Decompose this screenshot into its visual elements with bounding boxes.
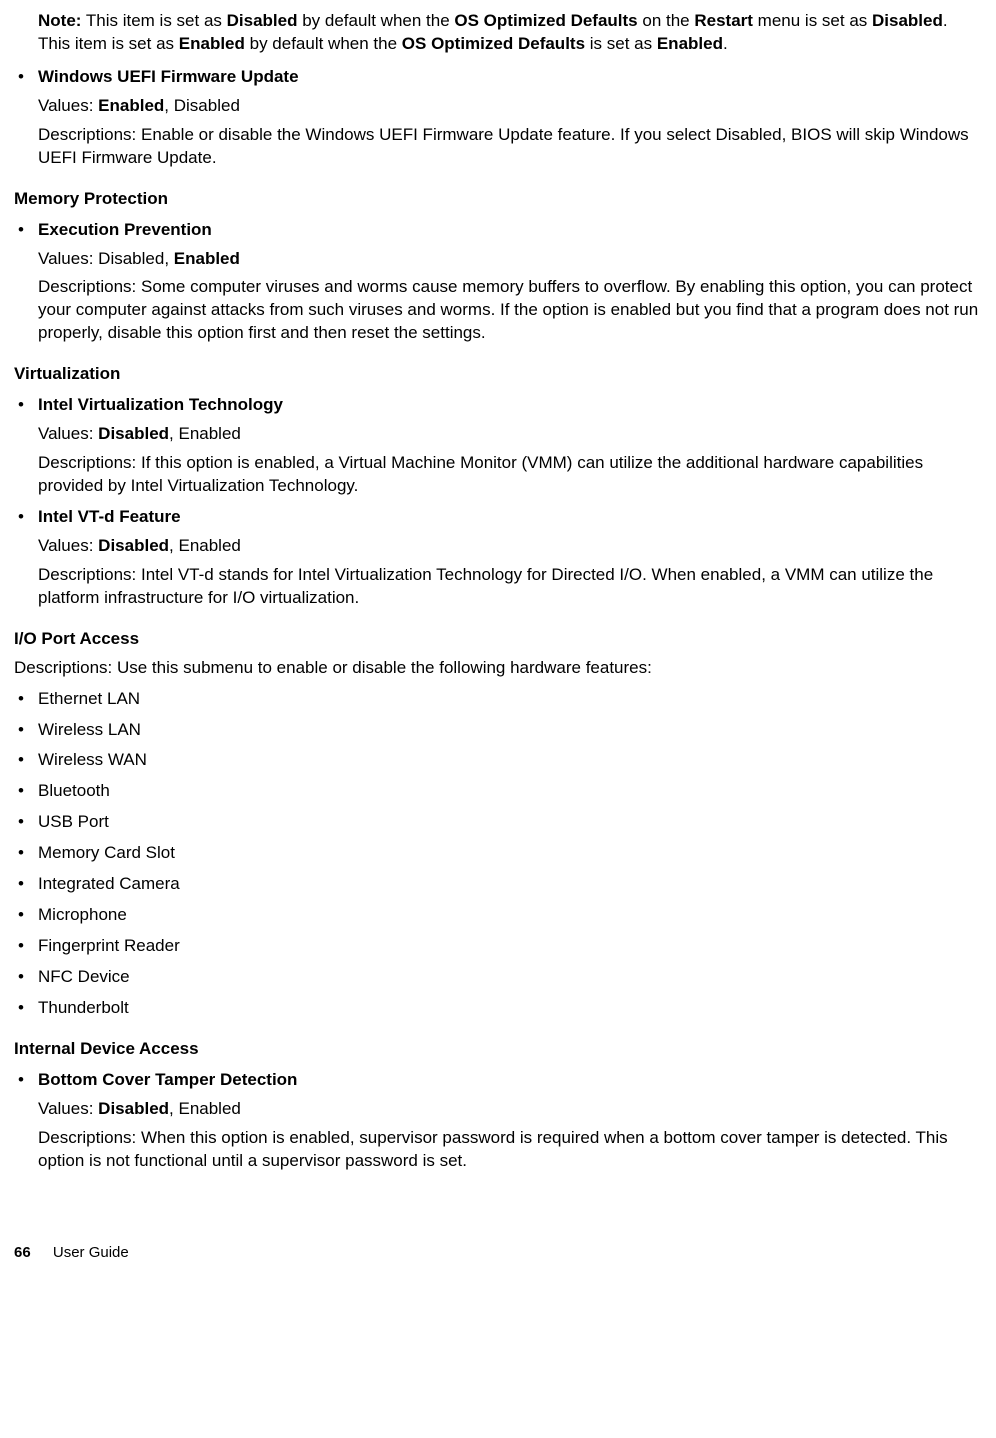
note-text-0: This item is set as [81, 11, 226, 30]
values-rest: , Enabled [169, 1099, 241, 1118]
note-text-10: by default when the [245, 34, 402, 53]
note-text-6: menu is set as [753, 11, 872, 30]
top-item-values: Values: Enabled, Disabled [38, 95, 982, 118]
feature-item: Thunderbolt [14, 997, 982, 1020]
intel-vt-values: Values: Disabled, Enabled [38, 423, 982, 446]
values-rest: , Enabled [169, 536, 241, 555]
execution-prevention-item: Execution Prevention Values: Disabled, E… [14, 219, 982, 346]
top-item-desc: Descriptions: Enable or disable the Wind… [38, 124, 982, 170]
feature-item: Wireless LAN [14, 719, 982, 742]
feature-item: Memory Card Slot [14, 842, 982, 865]
footer-label: User Guide [53, 1244, 129, 1261]
virtualization-heading: Virtualization [14, 363, 982, 386]
internal-device-access-heading: Internal Device Access [14, 1038, 982, 1061]
bottom-cover-tamper-item: Bottom Cover Tamper Detection Values: Di… [14, 1069, 982, 1173]
top-item-title: Windows UEFI Firmware Update [38, 66, 982, 89]
exec-prev-title: Execution Prevention [38, 219, 982, 242]
bottom-cover-title: Bottom Cover Tamper Detection [38, 1069, 982, 1092]
feature-item: USB Port [14, 811, 982, 834]
note-block: Note: This item is set as Disabled by de… [14, 10, 982, 56]
exec-prev-values: Values: Disabled, Enabled [38, 248, 982, 271]
note-text-3: OS Optimized Defaults [454, 11, 637, 30]
note-label: Note: [38, 11, 81, 30]
feature-item: NFC Device [14, 966, 982, 989]
feature-item: Bluetooth [14, 780, 982, 803]
feature-item: Fingerprint Reader [14, 935, 982, 958]
io-port-access-desc: Descriptions: Use this submenu to enable… [14, 657, 982, 680]
values-prefix: Values: Disabled, [38, 249, 174, 268]
exec-prev-desc: Descriptions: Some computer viruses and … [38, 276, 982, 345]
virtualization-list: Intel Virtualization Technology Values: … [14, 394, 982, 610]
memory-protection-heading: Memory Protection [14, 188, 982, 211]
feature-item: Ethernet LAN [14, 688, 982, 711]
bottom-cover-desc: Descriptions: When this option is enable… [38, 1127, 982, 1173]
feature-item: Microphone [14, 904, 982, 927]
intel-vt-item: Intel Virtualization Technology Values: … [14, 394, 982, 498]
page-number: 66 [14, 1244, 31, 1261]
values-bold: Enabled [174, 249, 240, 268]
values-rest: , Disabled [164, 96, 240, 115]
values-bold: Disabled [98, 1099, 169, 1118]
intel-vtd-item: Intel VT-d Feature Values: Disabled, Ena… [14, 506, 982, 610]
values-prefix: Values: [38, 536, 98, 555]
values-prefix: Values: [38, 424, 98, 443]
note-text-13: Enabled [657, 34, 723, 53]
values-prefix: Values: [38, 96, 98, 115]
intel-vtd-title: Intel VT-d Feature [38, 506, 982, 529]
bottom-cover-values: Values: Disabled, Enabled [38, 1098, 982, 1121]
values-rest: , Enabled [169, 424, 241, 443]
io-port-features-list: Ethernet LAN Wireless LAN Wireless WAN B… [14, 688, 982, 1020]
note-text-7: Disabled [872, 11, 943, 30]
note-text-4: on the [638, 11, 695, 30]
page-footer: 66 User Guide [8, 1243, 988, 1263]
internal-device-access-list: Bottom Cover Tamper Detection Values: Di… [14, 1069, 982, 1173]
values-bold: Disabled [98, 424, 169, 443]
memory-protection-list: Execution Prevention Values: Disabled, E… [14, 219, 982, 346]
intel-vt-desc: Descriptions: If this option is enabled,… [38, 452, 982, 498]
note-text-14: . [723, 34, 728, 53]
page-content: Note: This item is set as Disabled by de… [8, 10, 988, 1173]
intel-vtd-desc: Descriptions: Intel VT-d stands for Inte… [38, 564, 982, 610]
note-text-2: by default when the [298, 11, 455, 30]
note-text-5: Restart [694, 11, 753, 30]
feature-item: Integrated Camera [14, 873, 982, 896]
values-bold: Disabled [98, 536, 169, 555]
top-item-list: Windows UEFI Firmware Update Values: Ena… [14, 66, 982, 170]
note-text-12: is set as [585, 34, 657, 53]
io-port-access-heading: I/O Port Access [14, 628, 982, 651]
intel-vtd-values: Values: Disabled, Enabled [38, 535, 982, 558]
intel-vt-title: Intel Virtualization Technology [38, 394, 982, 417]
values-prefix: Values: [38, 1099, 98, 1118]
top-item: Windows UEFI Firmware Update Values: Ena… [14, 66, 982, 170]
feature-item: Wireless WAN [14, 749, 982, 772]
note-text-9: Enabled [179, 34, 245, 53]
note-text-11: OS Optimized Defaults [402, 34, 585, 53]
note-text-1: Disabled [227, 11, 298, 30]
values-bold: Enabled [98, 96, 164, 115]
